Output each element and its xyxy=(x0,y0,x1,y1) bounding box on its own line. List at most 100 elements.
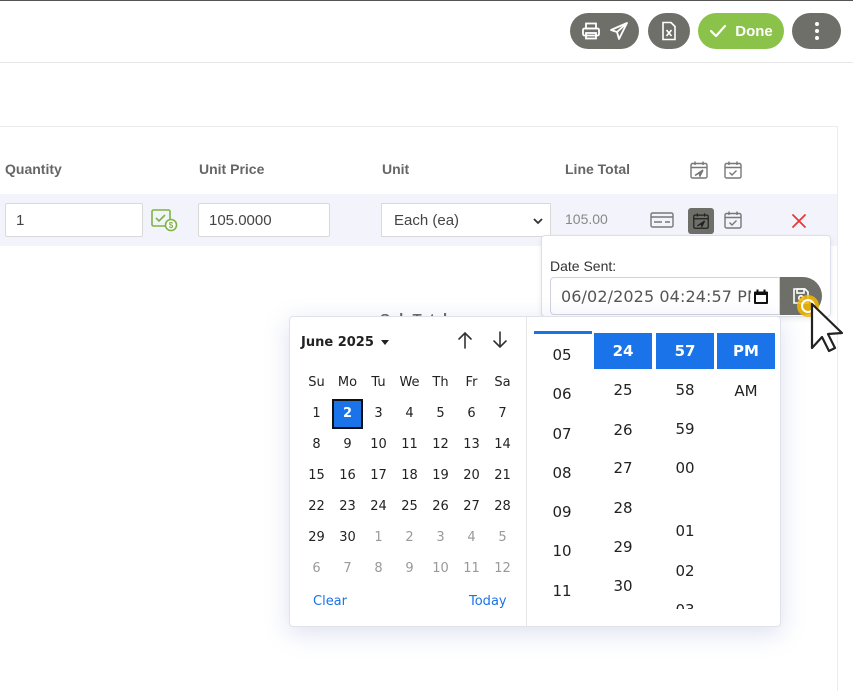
calendar-day-other-month[interactable]: 3 xyxy=(425,523,456,553)
minute-option[interactable]: 29 xyxy=(594,529,652,565)
date-sent-input[interactable]: 06/02/2025 04:24:57 PM xyxy=(550,277,780,315)
calendar-day[interactable]: 29 xyxy=(301,523,332,553)
second-option[interactable]: 01 xyxy=(656,513,714,549)
calendar-day[interactable]: 28 xyxy=(487,492,518,522)
calendar-day[interactable]: 11 xyxy=(394,430,425,460)
export-excel-button[interactable] xyxy=(648,13,690,49)
calendar-day[interactable]: 21 xyxy=(487,461,518,491)
meridiem-option-selected[interactable]: PM xyxy=(717,333,775,369)
calendar-day-other-month[interactable]: 9 xyxy=(394,554,425,584)
calendar-day[interactable]: 5 xyxy=(425,399,456,429)
clear-button[interactable]: Clear xyxy=(313,594,347,609)
print-send-button[interactable] xyxy=(570,13,639,49)
second-option[interactable]: 00 xyxy=(656,450,714,486)
hour-option[interactable]: 10 xyxy=(533,533,591,569)
weekday-header-row: Su Mo Tu We Th Fr Sa xyxy=(301,367,519,398)
today-button[interactable]: Today xyxy=(469,594,507,609)
hour-column[interactable]: 05 06 07 08 09 10 11 xyxy=(533,317,593,626)
weekday-label: Tu xyxy=(371,375,386,390)
calendar-day[interactable]: 12 xyxy=(425,430,456,460)
calendar-send-icon[interactable] xyxy=(688,159,710,181)
minute-option[interactable]: 25 xyxy=(594,372,652,408)
month-year-selector[interactable]: June 2025 xyxy=(301,335,390,350)
calendar-day[interactable]: 6 xyxy=(456,399,487,429)
calendar-day[interactable]: 7 xyxy=(487,399,518,429)
calendar-day-other-month[interactable]: 4 xyxy=(456,523,487,553)
second-column[interactable]: 57 58 59 00 01 02 03 xyxy=(656,317,716,609)
quantity-input[interactable]: 1 xyxy=(5,203,143,237)
calendar-day[interactable]: 22 xyxy=(301,492,332,522)
calendar-day-other-month[interactable]: 7 xyxy=(332,554,363,584)
calendar-day-other-month[interactable]: 8 xyxy=(363,554,394,584)
calendar-day[interactable]: 18 xyxy=(394,461,425,491)
calendar-panel: June 2025 Su Mo Tu We Th Fr Sa 1 2 3 4 5… xyxy=(290,317,527,626)
invoice-card-icon[interactable] xyxy=(650,210,674,230)
minute-option[interactable]: 30 xyxy=(594,568,652,604)
calendar-day[interactable]: 15 xyxy=(301,461,332,491)
calendar-day-other-month[interactable]: 5 xyxy=(487,523,518,553)
calendar-day-other-month[interactable]: 12 xyxy=(487,554,518,584)
second-option[interactable]: 03 xyxy=(656,592,714,609)
calendar-check-row-icon[interactable] xyxy=(722,209,744,231)
second-option[interactable]: 02 xyxy=(656,553,714,589)
caret-down-icon xyxy=(381,335,390,350)
price-check-icon[interactable]: $ xyxy=(150,207,178,233)
meridiem-column[interactable]: PM AM xyxy=(717,317,777,626)
column-header-line-total: Line Total xyxy=(565,161,631,177)
calendar-day[interactable]: 3 xyxy=(363,399,394,429)
second-option[interactable]: 59 xyxy=(656,411,714,447)
calendar-day-other-month[interactable]: 11 xyxy=(456,554,487,584)
calendar-day-other-month[interactable]: 1 xyxy=(363,523,394,553)
calendar-day[interactable]: 26 xyxy=(425,492,456,522)
datetime-picker: June 2025 Su Mo Tu We Th Fr Sa 1 2 3 4 5… xyxy=(289,316,781,627)
calendar-day[interactable]: 25 xyxy=(394,492,425,522)
meridiem-option[interactable]: AM xyxy=(717,373,775,409)
minute-column[interactable]: 24 25 26 27 28 29 30 xyxy=(594,317,654,626)
calendar-day[interactable]: 1 xyxy=(301,399,332,429)
calendar-day[interactable]: 17 xyxy=(363,461,394,491)
weekday-label: We xyxy=(399,375,420,390)
calendar-day[interactable]: 9 xyxy=(332,430,363,460)
minute-option[interactable]: 27 xyxy=(594,450,652,486)
calendar-day-other-month[interactable]: 10 xyxy=(425,554,456,584)
calendar-picker-icon[interactable] xyxy=(751,287,771,307)
calendar-week-row: 8 9 10 11 12 13 14 xyxy=(301,429,519,460)
calendar-day-selected[interactable]: 2 xyxy=(332,398,363,429)
calendar-day[interactable]: 10 xyxy=(363,430,394,460)
calendar-day[interactable]: 4 xyxy=(394,399,425,429)
next-month-button[interactable] xyxy=(489,330,511,353)
calendar-day[interactable]: 27 xyxy=(456,492,487,522)
done-button[interactable]: Done xyxy=(698,13,784,49)
minute-option[interactable]: 28 xyxy=(594,490,652,526)
hour-option[interactable]: 08 xyxy=(533,455,591,491)
hour-option[interactable]: 09 xyxy=(533,494,591,530)
previous-month-button[interactable] xyxy=(454,331,476,353)
hour-option[interactable]: 05 xyxy=(533,337,591,373)
calendar-day-other-month[interactable]: 6 xyxy=(301,554,332,584)
hour-option[interactable]: 11 xyxy=(533,573,591,609)
delete-row-icon[interactable] xyxy=(788,210,810,232)
minute-option-selected[interactable]: 24 xyxy=(594,333,652,369)
minute-option[interactable]: 26 xyxy=(594,412,652,448)
second-option-selected[interactable]: 57 xyxy=(656,333,714,369)
calendar-day[interactable]: 19 xyxy=(425,461,456,491)
more-options-button[interactable] xyxy=(792,13,841,49)
unit-price-input[interactable]: 105.0000 xyxy=(198,203,330,237)
calendar-day-other-month[interactable]: 2 xyxy=(394,523,425,553)
calendar-day[interactable]: 14 xyxy=(487,430,518,460)
calendar-day[interactable]: 16 xyxy=(332,461,363,491)
calendar-day[interactable]: 23 xyxy=(332,492,363,522)
hour-option[interactable]: 07 xyxy=(533,416,591,452)
calendar-check-icon[interactable] xyxy=(722,159,744,181)
calendar-day[interactable]: 30 xyxy=(332,523,363,553)
calendar-day[interactable]: 13 xyxy=(456,430,487,460)
unit-select[interactable]: Each (ea) xyxy=(381,203,551,237)
calendar-day[interactable]: 24 xyxy=(363,492,394,522)
second-option[interactable]: 58 xyxy=(656,372,714,408)
hour-option[interactable]: 06 xyxy=(533,376,591,412)
weekday-label: Th xyxy=(432,375,449,390)
calendar-week-row: 22 23 24 25 26 27 28 xyxy=(301,491,519,522)
calendar-day[interactable]: 20 xyxy=(456,461,487,491)
calendar-day[interactable]: 8 xyxy=(301,430,332,460)
calendar-send-active-icon[interactable] xyxy=(688,208,714,234)
